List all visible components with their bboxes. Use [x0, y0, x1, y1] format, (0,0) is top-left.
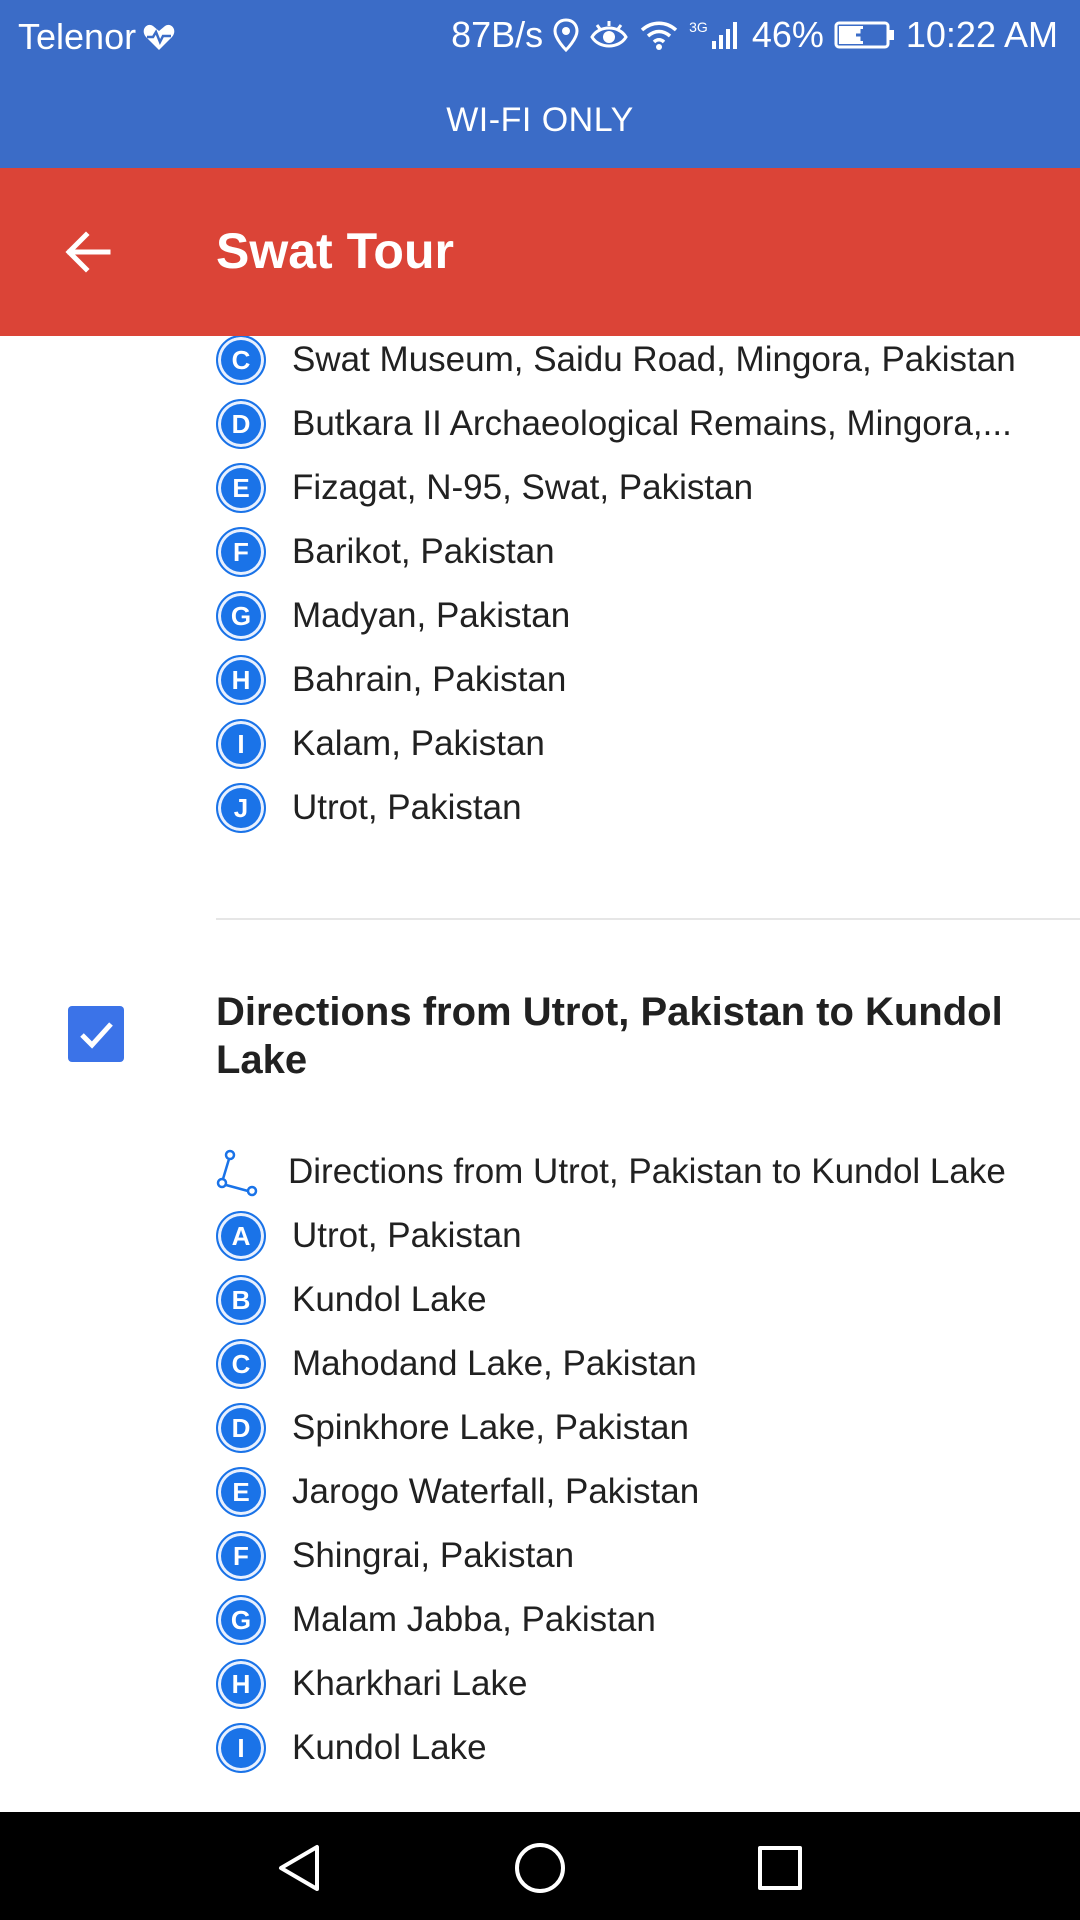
list-item[interactable]: E Jarogo Waterfall, Pakistan — [216, 1460, 1036, 1524]
route-path-icon — [216, 1149, 258, 1197]
list-item[interactable]: H Kharkhari Lake — [216, 1652, 1036, 1716]
waypoint-label: Kundol Lake — [292, 1280, 487, 1319]
battery-charging-icon — [834, 21, 894, 49]
waypoint-label: Madyan, Pakistan — [292, 596, 571, 635]
status-left: Telenor — [18, 16, 176, 58]
route-checkbox[interactable] — [68, 1006, 124, 1062]
list-item[interactable]: A Utrot, Pakistan — [216, 1204, 1036, 1268]
system-nav-bar — [0, 1812, 1080, 1920]
list-item[interactable]: J Utrot, Pakistan — [216, 776, 1036, 840]
list-item[interactable]: I Kundol Lake — [216, 1716, 1036, 1780]
nav-recents-button[interactable] — [744, 1832, 816, 1904]
list-item[interactable]: G Madyan, Pakistan — [216, 584, 1036, 648]
back-button[interactable] — [44, 208, 132, 296]
nav-back-button[interactable] — [264, 1832, 336, 1904]
section-title: Directions from Utrot, Pakistan to Kundo… — [216, 990, 1003, 1082]
waypoint-marker-icon: C — [216, 336, 266, 385]
status-right: 87B/s 3G 46% 10:22 AM — [441, 14, 1058, 56]
location-pin-icon — [553, 18, 579, 52]
waypoint-marker-icon: B — [216, 1275, 266, 1325]
directions-list[interactable]: C Swat Museum, Saidu Road, Mingora, Paki… — [0, 336, 1080, 1812]
waypoint-marker-icon: G — [216, 1595, 266, 1645]
waypoint-label: Mahodand Lake, Pakistan — [292, 1344, 697, 1383]
waypoint-label: Fizagat, N-95, Swat, Pakistan — [292, 468, 754, 507]
waypoint-label: Malam Jabba, Pakistan — [292, 1600, 656, 1639]
battery-percent: 46% — [751, 14, 824, 55]
app-bar: Swat Tour — [0, 168, 1080, 336]
triangle-back-icon — [279, 1845, 319, 1891]
eye-comfort-icon — [590, 21, 628, 48]
waypoint-label: Butkara II Archaeological Remains, Mingo… — [292, 404, 1012, 443]
waypoint-marker-icon: H — [216, 655, 266, 705]
waypoint-label: Jarogo Waterfall, Pakistan — [292, 1472, 700, 1511]
waypoint-marker-icon: I — [216, 719, 266, 769]
wifi-icon — [640, 21, 678, 50]
nav-home-button[interactable] — [504, 1832, 576, 1904]
waypoint-marker-icon: E — [216, 1467, 266, 1517]
waypoint-marker-icon: G — [216, 591, 266, 641]
waypoint-marker-icon: F — [216, 527, 266, 577]
waypoint-label: Spinkhore Lake, Pakistan — [292, 1408, 689, 1447]
waypoint-marker-icon: A — [216, 1211, 266, 1261]
waypoint-marker-icon: E — [216, 463, 266, 513]
list-item[interactable]: C Mahodand Lake, Pakistan — [216, 1332, 1036, 1396]
list-item[interactable]: I Kalam, Pakistan — [216, 712, 1036, 776]
list-item[interactable]: D Spinkhore Lake, Pakistan — [216, 1396, 1036, 1460]
heart-monitor-icon — [143, 24, 175, 50]
cell-signal-icon — [711, 22, 737, 49]
section-divider — [216, 918, 1080, 920]
waypoint-label: Kharkhari Lake — [292, 1664, 528, 1703]
list-item[interactable]: D Butkara II Archaeological Remains, Min… — [216, 392, 1036, 456]
waypoint-label: Kalam, Pakistan — [292, 724, 545, 763]
status-bar: Telenor 87B/s 3G 46% 10:22 AM — [0, 0, 1080, 72]
waypoint-marker-icon: D — [216, 1403, 266, 1453]
list-item[interactable]: F Barikot, Pakistan — [216, 520, 1036, 584]
list-item[interactable]: E Fizagat, N-95, Swat, Pakistan — [216, 456, 1036, 520]
list-item[interactable]: B Kundol Lake — [216, 1268, 1036, 1332]
list-item[interactable]: H Bahrain, Pakistan — [216, 648, 1036, 712]
waypoint-marker-icon: C — [216, 1339, 266, 1389]
waypoint-label: Utrot, Pakistan — [292, 1216, 522, 1255]
wifi-only-banner: WI-FI ONLY — [0, 72, 1080, 168]
waypoint-label: Utrot, Pakistan — [292, 788, 522, 827]
page-title: Swat Tour — [216, 223, 454, 279]
waypoint-marker-icon: H — [216, 1659, 266, 1709]
list-item[interactable]: G Malam Jabba, Pakistan — [216, 1588, 1036, 1652]
network-type: 3G — [689, 19, 708, 35]
waypoint-label: Barikot, Pakistan — [292, 532, 555, 571]
list-item[interactable]: F Shingrai, Pakistan — [216, 1524, 1036, 1588]
route-item[interactable]: Directions from Utrot, Pakistan to Kundo… — [216, 1140, 1036, 1204]
waypoint-marker-icon: I — [216, 1723, 266, 1773]
waypoint-marker-icon: F — [216, 1531, 266, 1581]
list-item[interactable]: C Swat Museum, Saidu Road, Mingora, Paki… — [216, 336, 1036, 392]
waypoint-label: Shingrai, Pakistan — [292, 1536, 575, 1575]
clock: 10:22 AM — [905, 14, 1058, 55]
waypoint-label: Bahrain, Pakistan — [292, 660, 567, 699]
arrow-left-icon — [65, 231, 111, 273]
network-speed: 87B/s — [451, 14, 544, 55]
square-recents-icon — [758, 1846, 802, 1890]
circle-home-icon — [515, 1843, 565, 1893]
signal-group: 3G — [689, 19, 742, 51]
waypoint-marker-icon: J — [216, 783, 266, 833]
waypoint-marker-icon: D — [216, 399, 266, 449]
waypoint-label: Swat Museum, Saidu Road, Mingora, Pakist… — [292, 340, 1016, 379]
waypoint-label: Kundol Lake — [292, 1728, 487, 1767]
carrier-name: Telenor — [18, 16, 137, 57]
route-label: Directions from Utrot, Pakistan to Kundo… — [288, 1152, 1006, 1191]
checkmark-icon — [80, 1022, 113, 1049]
